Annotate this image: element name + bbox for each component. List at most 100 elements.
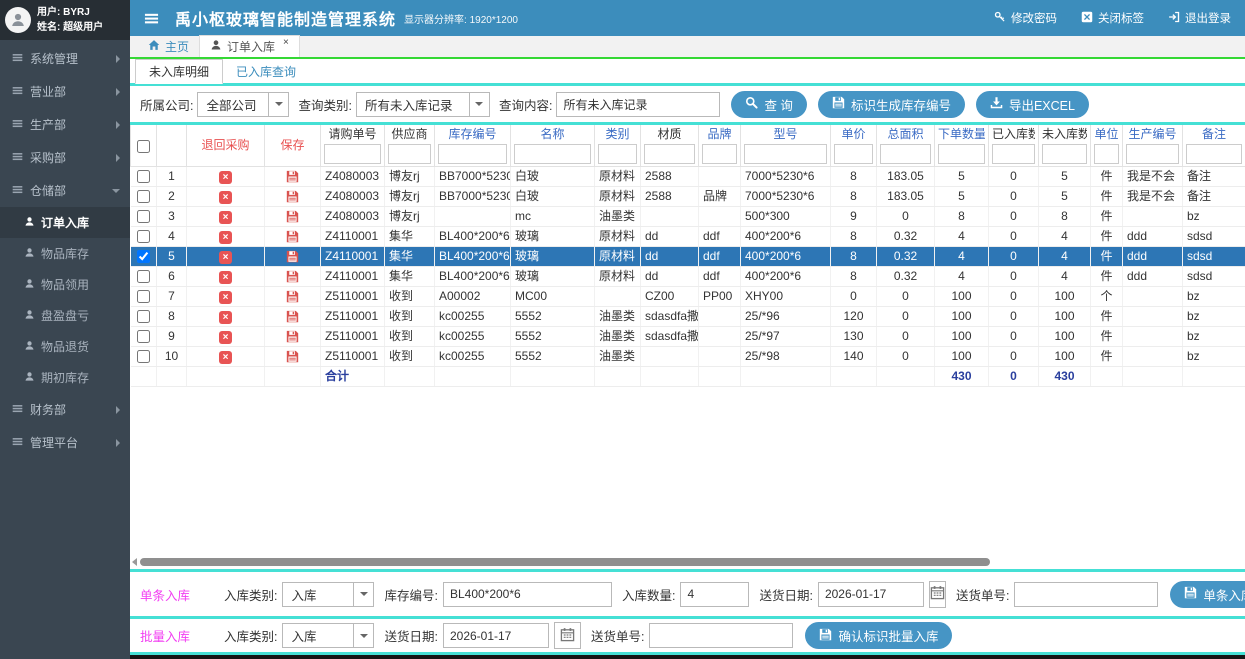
sidebar-group[interactable]: 采购部 [0, 141, 130, 174]
close-tabs-button[interactable]: 关闭标签 [1081, 10, 1144, 26]
row-checkbox[interactable] [137, 230, 150, 243]
column-header[interactable]: 品牌 [702, 127, 737, 142]
delivery-no-input[interactable] [1014, 582, 1158, 607]
column-header[interactable]: 生产编号 [1126, 127, 1179, 142]
column-header[interactable]: 备注 [1186, 127, 1242, 142]
column-filter-input[interactable] [388, 144, 431, 164]
column-filter-input[interactable] [938, 144, 985, 164]
column-filter-input[interactable] [744, 144, 827, 164]
save-row-icon[interactable] [286, 250, 299, 263]
subtab[interactable]: 未入库明细 [135, 59, 223, 84]
table-row[interactable]: 7×Z5110001收到A00002MC00CZ00PP00XHY0000100… [131, 287, 1245, 307]
generate-stock-code-button[interactable]: 标识生成库存编号 [818, 91, 965, 118]
table-row[interactable]: 1×Z4080003博友rjBB7000*5230*6白玻原材料25887000… [131, 167, 1245, 187]
column-filter-input[interactable] [834, 144, 873, 164]
row-checkbox[interactable] [137, 190, 150, 203]
table-row[interactable]: 5×Z4110001集华BL400*200*6玻璃原材料ddddf400*200… [131, 247, 1245, 267]
save-row-icon[interactable] [286, 170, 299, 183]
column-filter-input[interactable] [644, 144, 695, 164]
table-row[interactable]: 10×Z5110001收到kc002555552油墨类25/*981400100… [131, 347, 1245, 367]
horizontal-scrollbar[interactable] [132, 557, 1237, 567]
save-row-icon[interactable] [286, 350, 299, 363]
row-checkbox[interactable] [137, 170, 150, 183]
scrollbar-thumb[interactable] [140, 558, 990, 566]
save-row-icon[interactable] [286, 210, 299, 223]
save-row-icon[interactable] [286, 270, 299, 283]
table-row[interactable]: 8×Z5110001收到kc002555552油墨类sdasdfa撒地25/*9… [131, 307, 1245, 327]
row-checkbox[interactable] [137, 270, 150, 283]
row-checkbox[interactable] [137, 210, 150, 223]
save-row-icon[interactable] [286, 230, 299, 243]
change-password-button[interactable]: 修改密码 [994, 10, 1057, 26]
column-filter-input[interactable] [1094, 144, 1119, 164]
column-filter-input[interactable] [992, 144, 1035, 164]
return-purchase-icon[interactable]: × [219, 351, 232, 364]
batch-date-input[interactable] [443, 623, 549, 648]
sidebar-toggle-icon[interactable] [144, 11, 159, 26]
row-checkbox[interactable] [137, 310, 150, 323]
sidebar-group[interactable]: 管理平台 [0, 426, 130, 459]
batch-type-select[interactable]: 入库 [282, 623, 374, 648]
save-row-icon[interactable] [286, 330, 299, 343]
sidebar-group[interactable]: 生产部 [0, 108, 130, 141]
row-checkbox[interactable] [137, 350, 150, 363]
company-select[interactable]: 全部公司 [197, 92, 289, 117]
tab[interactable]: 主页 [138, 36, 199, 57]
column-header[interactable]: 单位 [1094, 127, 1119, 142]
logout-button[interactable]: 退出登录 [1168, 10, 1231, 26]
sidebar-item[interactable]: 物品库存 [0, 238, 130, 269]
row-checkbox[interactable] [137, 250, 150, 263]
column-header[interactable]: 库存编号 [438, 127, 507, 142]
column-header[interactable]: 单价 [834, 127, 873, 142]
column-header[interactable]: 总面积 [880, 127, 931, 142]
column-header[interactable]: 类别 [598, 127, 637, 142]
entry-type-select[interactable]: 入库 [282, 582, 374, 607]
table-row[interactable]: 9×Z5110001收到kc002555552油墨类sdasdfa撒地25/*9… [131, 327, 1245, 347]
select-all-checkbox[interactable] [137, 140, 150, 153]
return-purchase-icon[interactable]: × [219, 291, 232, 304]
table-row[interactable]: 2×Z4080003博友rjBB7000*5230*6白玻原材料2588品牌70… [131, 187, 1245, 207]
close-icon[interactable]: × [283, 38, 289, 48]
query-content-input[interactable] [556, 92, 720, 117]
row-checkbox[interactable] [137, 330, 150, 343]
sidebar-group[interactable]: 仓储部 [0, 174, 130, 207]
column-header[interactable]: 下单数量 [938, 127, 985, 142]
column-filter-input[interactable] [324, 144, 381, 164]
sidebar-group[interactable]: 财务部 [0, 393, 130, 426]
return-purchase-icon[interactable]: × [219, 271, 232, 284]
calendar-icon[interactable] [554, 622, 581, 649]
save-row-icon[interactable] [286, 290, 299, 303]
sidebar-group[interactable]: 系统管理 [0, 42, 130, 75]
table-row[interactable]: 4×Z4110001集华BL400*200*6玻璃原材料ddddf400*200… [131, 227, 1245, 247]
column-filter-input[interactable] [702, 144, 737, 164]
return-purchase-icon[interactable]: × [219, 211, 232, 224]
sidebar-item[interactable]: 期初库存 [0, 362, 130, 393]
tab[interactable]: 订单入库× [199, 35, 300, 57]
row-checkbox[interactable] [137, 290, 150, 303]
column-filter-input[interactable] [1186, 144, 1242, 164]
sidebar-item[interactable]: 订单入库 [0, 207, 130, 238]
query-type-select[interactable]: 所有未入库记录 [356, 92, 490, 117]
delivery-date-input[interactable] [818, 582, 924, 607]
sidebar-item[interactable]: 物品退货 [0, 331, 130, 362]
column-filter-input[interactable] [438, 144, 507, 164]
table-row[interactable]: 3×Z4080003博友rjmc油墨类500*30090808件bz [131, 207, 1245, 227]
sidebar-item[interactable]: 物品领用 [0, 269, 130, 300]
scroll-left-icon[interactable] [132, 558, 137, 566]
batch-entry-button[interactable]: 确认标识批量入库 [805, 622, 952, 649]
return-purchase-icon[interactable]: × [219, 191, 232, 204]
entry-qty-input[interactable] [680, 582, 749, 607]
return-purchase-icon[interactable]: × [219, 231, 232, 244]
batch-delivery-no-input[interactable] [649, 623, 793, 648]
return-purchase-icon[interactable]: × [219, 331, 232, 344]
save-row-icon[interactable] [286, 190, 299, 203]
return-purchase-icon[interactable]: × [219, 171, 232, 184]
sidebar-item[interactable]: 盘盈盘亏 [0, 300, 130, 331]
search-button[interactable]: 查 询 [731, 91, 806, 118]
save-row-icon[interactable] [286, 310, 299, 323]
column-header[interactable]: 名称 [514, 127, 591, 142]
return-purchase-icon[interactable]: × [219, 251, 232, 264]
single-entry-button[interactable]: 单条入库 [1170, 581, 1245, 608]
return-purchase-icon[interactable]: × [219, 311, 232, 324]
column-filter-input[interactable] [880, 144, 931, 164]
